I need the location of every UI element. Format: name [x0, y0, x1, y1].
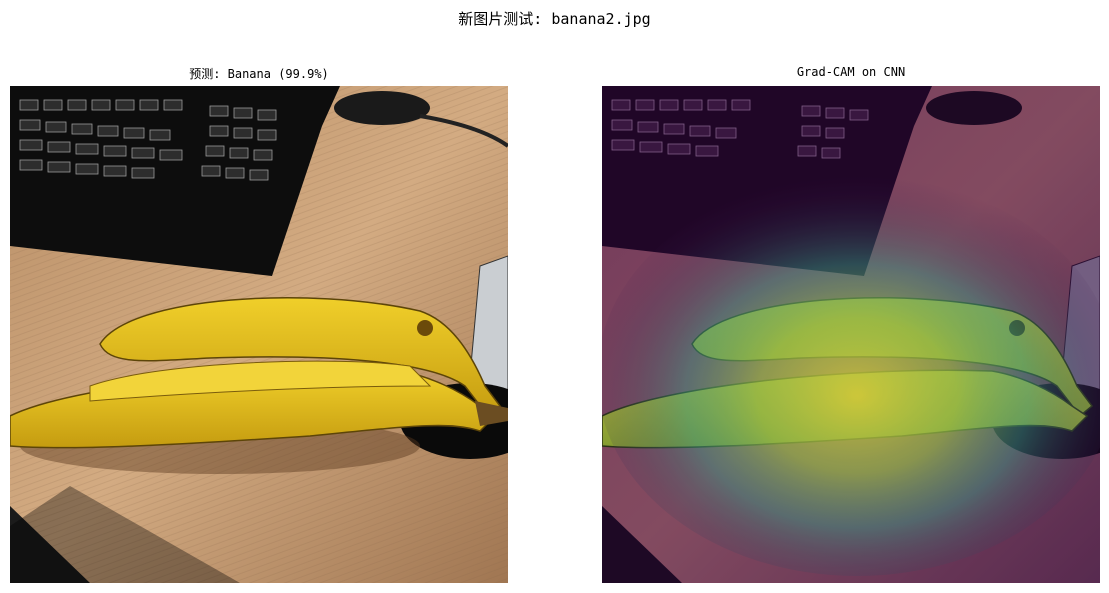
gradcam-panel: [602, 86, 1100, 583]
left-panel-title: 预测: Banana (99.9%): [189, 67, 329, 81]
banana-photo-panel: [10, 86, 508, 583]
cable-hole: [334, 91, 430, 125]
banana-gradcam-overlay: [602, 86, 1100, 583]
figure-suptitle: 新图片测试: banana2.jpg: [458, 10, 651, 28]
banana-photo: [10, 86, 508, 583]
right-panel-title: Grad-CAM on CNN: [796, 65, 906, 79]
